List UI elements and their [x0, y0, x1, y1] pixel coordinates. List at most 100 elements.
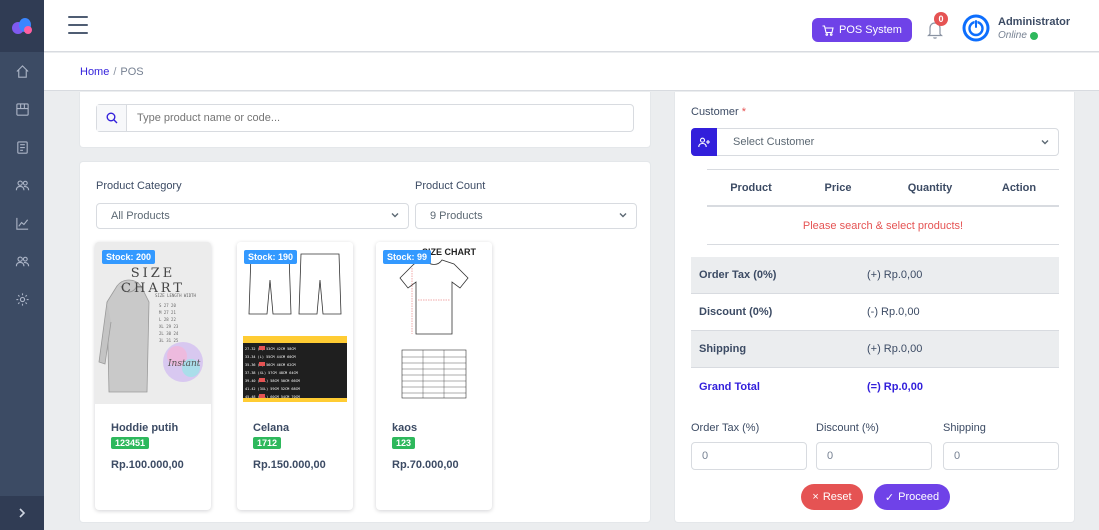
product-code-badge: 1712: [253, 437, 282, 449]
product-search-box: [96, 104, 634, 132]
summary-value: (-) Rp.0,00: [867, 306, 920, 318]
order-tax-label: Order Tax (%): [691, 422, 760, 434]
size-chart-title: SIZE CHART: [121, 266, 185, 296]
products-icon[interactable]: [0, 90, 44, 128]
column-header-action: Action: [1001, 181, 1037, 194]
product-card[interactable]: SIZE CHART Stock: 99 kaos 123 Rp.70.000,…: [376, 242, 492, 510]
home-icon[interactable]: [0, 52, 44, 90]
svg-text:Instant: Instant: [167, 359, 201, 369]
stock-badge: Stock: 190: [244, 250, 298, 264]
shipping-input[interactable]: [943, 442, 1059, 470]
svg-text:39-40 (2XL) 58CM 50CM 66CM: 39-40 (2XL) 58CM 50CM 66CM: [245, 379, 300, 383]
check-icon: ✓: [884, 491, 895, 504]
chevron-down-icon: [391, 213, 399, 218]
product-count-select[interactable]: 9 Products: [415, 203, 637, 229]
product-price: Rp.100.000,00: [111, 459, 184, 471]
online-status-dot: [1029, 31, 1038, 40]
close-icon: ×: [812, 491, 819, 503]
summary-label: Shipping: [699, 343, 747, 355]
cart-table: Product Price Quantity Action Please sea…: [707, 169, 1059, 245]
pants-size-chart-image: 27-32 (S) 53CM 42CM 58CM 33-34 (L) 55CM …: [237, 242, 353, 404]
product-name: Celana: [253, 422, 290, 434]
breadcrumb-home-link[interactable]: Home: [80, 66, 109, 78]
sidebar-toggle-chevron-icon[interactable]: [0, 496, 44, 530]
product-image-tshirt: SIZE CHART Stock: 99: [376, 242, 492, 404]
cart-empty-message: Please search & select products!: [707, 207, 1059, 245]
column-header-quantity: Quantity: [907, 181, 953, 194]
search-icon: [97, 105, 127, 131]
summary-label: Grand Total: [699, 380, 760, 393]
chevron-down-icon: [619, 213, 627, 218]
summary-label: Order Tax (0%): [699, 269, 777, 281]
product-code-badge: 123: [392, 437, 416, 449]
product-card[interactable]: 27-32 (S) 53CM 42CM 58CM 33-34 (L) 55CM …: [237, 242, 353, 510]
product-image-pants: 27-32 (S) 53CM 42CM 58CM 33-34 (L) 55CM …: [237, 242, 353, 404]
user-status: Online: [998, 30, 1038, 41]
sales-icon[interactable]: [0, 128, 44, 166]
discount-input[interactable]: [816, 442, 932, 470]
users-icon[interactable]: [0, 242, 44, 280]
svg-text:S 27 20: S 27 20: [159, 303, 176, 308]
proceed-button[interactable]: ✓ Proceed: [874, 484, 950, 510]
required-mark: *: [741, 106, 747, 118]
pos-system-label: POS System: [839, 24, 902, 36]
reports-icon[interactable]: [0, 204, 44, 242]
proceed-button-label: Proceed: [898, 491, 940, 503]
svg-text:33-34 (L) 55CM 44CM 60CM: 33-34 (L) 55CM 44CM 60CM: [245, 355, 296, 359]
shipping-label: Shipping: [943, 422, 986, 434]
svg-text:L 28 22: L 28 22: [159, 317, 176, 322]
summary-row-grand-total: Grand Total (=) Rp.0,00: [691, 368, 1059, 405]
top-header: POS System 0 Administrator Online: [44, 0, 1099, 52]
user-status-text: Online: [998, 30, 1027, 41]
product-card[interactable]: SIZE LENGTH WIDTH S 27 20 M 27 21 L 28 2…: [95, 242, 211, 510]
settings-icon[interactable]: [0, 280, 44, 318]
cart-icon: [822, 24, 834, 36]
product-category-select[interactable]: All Products: [96, 203, 409, 229]
product-name: Hoddie putih: [111, 422, 179, 434]
order-tax-input[interactable]: [691, 442, 807, 470]
customers-icon[interactable]: [0, 166, 44, 204]
svg-text:3L 31 25: 3L 31 25: [159, 338, 179, 343]
summary-row-shipping: Shipping (+) Rp.0,00: [691, 331, 1059, 368]
notification-count-badge: 0: [934, 12, 948, 26]
product-price: Rp.70.000,00: [392, 459, 459, 471]
product-count-label: Product Count: [415, 180, 486, 192]
customer-label: Customer *: [691, 106, 746, 118]
brand-logo[interactable]: [0, 0, 44, 52]
product-count-value: 9 Products: [430, 210, 483, 222]
summary-value: (=) Rp.0,00: [867, 380, 923, 393]
cart-table-header: Product Price Quantity Action: [707, 169, 1059, 207]
stock-badge: Stock: 99: [383, 250, 432, 264]
svg-text:XL 29 23: XL 29 23: [159, 324, 179, 329]
chevron-down-icon: [1041, 140, 1049, 145]
user-avatar-power-icon[interactable]: [962, 14, 990, 42]
breadcrumb-separator: /: [113, 65, 117, 78]
svg-text:35-36 (L) 56CM 46CM 62CM: 35-36 (L) 56CM 46CM 62CM: [245, 363, 296, 367]
column-header-product: Product: [730, 181, 772, 194]
product-category-value: All Products: [111, 210, 170, 222]
product-code-badge: 123451: [111, 437, 150, 449]
customer-select[interactable]: Select Customer: [691, 128, 1059, 156]
product-search-card: [79, 92, 651, 148]
summary-row-discount: Discount (0%) (-) Rp.0,00: [691, 294, 1059, 331]
stock-badge: Stock: 200: [102, 250, 156, 264]
menu-hamburger-icon[interactable]: [68, 16, 88, 34]
breadcrumb: Home / POS: [44, 53, 1099, 91]
svg-text:37-38 (XL) 57CM 48CM 64CM: 37-38 (XL) 57CM 48CM 64CM: [245, 371, 298, 375]
reset-button[interactable]: × Reset: [801, 484, 863, 510]
user-name: Administrator: [998, 16, 1071, 28]
add-customer-icon[interactable]: [691, 128, 717, 156]
sidebar: [0, 0, 44, 530]
product-search-input[interactable]: [127, 112, 633, 124]
summary-label: Discount (0%): [699, 306, 773, 318]
pos-system-button[interactable]: POS System: [812, 18, 912, 42]
discount-label: Discount (%): [816, 422, 879, 434]
customer-select-placeholder: Select Customer: [733, 136, 815, 148]
product-image-hoodie: SIZE LENGTH WIDTH S 27 20 M 27 21 L 28 2…: [95, 242, 211, 404]
product-category-label: Product Category: [96, 180, 182, 192]
svg-text:M 27 21: M 27 21: [159, 310, 176, 315]
svg-text:27-32 (S) 53CM 42CM 58CM: 27-32 (S) 53CM 42CM 58CM: [245, 347, 296, 351]
tshirt-size-chart-image: [376, 242, 492, 404]
reset-button-label: Reset: [822, 491, 852, 503]
products-card: Product Category All Products Product Co…: [79, 161, 651, 523]
